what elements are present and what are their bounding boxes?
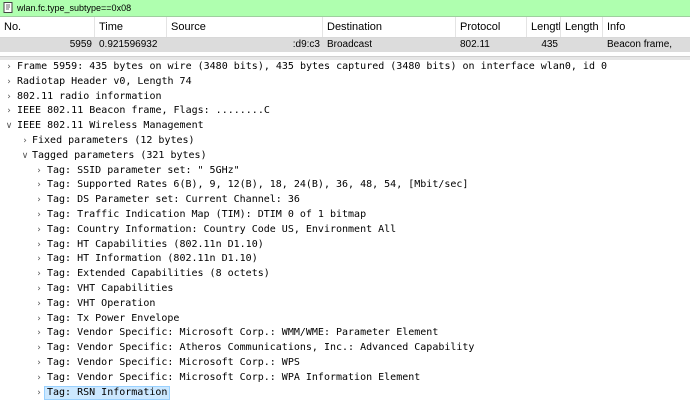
tree-item[interactable]: › Tag: Supported Rates 6(B), 9, 12(B), 18… (0, 178, 690, 193)
chevron-right-icon[interactable]: › (34, 164, 44, 179)
tree-item-label: Radiotap Header v0, Length 74 (17, 75, 192, 87)
tree-item[interactable]: › Tag: Vendor Specific: Atheros Communica… (0, 341, 690, 356)
tree-item[interactable]: › Tag: Traffic Indication Map (TIM): DTIM… (0, 208, 690, 223)
display-filter-bar[interactable]: wlan.fc.type_subtype==0x08 (0, 0, 690, 17)
column-time[interactable]: Time (95, 17, 167, 37)
column-info[interactable]: Info (603, 17, 690, 37)
packet-details-tree: › Frame 5959: 435 bytes on wire (3480 bit… (0, 60, 690, 415)
column-source[interactable]: Source (167, 17, 323, 37)
chevron-right-icon[interactable]: › (4, 60, 14, 75)
packet-source: :d9:c3 (292, 39, 320, 50)
column-length[interactable]: Length (527, 17, 561, 37)
column-length-2[interactable]: Length (561, 17, 603, 37)
packet-row[interactable]: 5959 0.921596932 :d9:c3 Broadcast 802.11… (0, 38, 690, 52)
packet-length-2 (561, 38, 603, 52)
chevron-right-icon[interactable]: › (34, 386, 44, 401)
tree-item[interactable]: › Tag: VHT Operation (0, 297, 690, 312)
tree-item[interactable]: › Tag: VHT Capabilities (0, 282, 690, 297)
tree-item[interactable]: › Tag: Extended Capabilities (8 octets) (0, 267, 690, 282)
bookmark-icon[interactable] (3, 2, 14, 13)
chevron-right-icon[interactable]: › (34, 208, 44, 223)
tree-item[interactable]: › Tag: Vendor Specific: Microsoft Corp.: … (0, 356, 690, 371)
tree-item[interactable]: › Radiotap Header v0, Length 74 (0, 75, 690, 90)
filter-input[interactable]: wlan.fc.type_subtype==0x08 (17, 0, 131, 16)
tree-item-label: Fixed parameters (12 bytes) (32, 135, 195, 146)
chevron-right-icon[interactable]: › (4, 90, 14, 105)
packet-no: 5959 (69, 39, 92, 50)
tree-item[interactable]: › Tag: Tx Power Envelope (0, 312, 690, 327)
tree-item[interactable]: › Tag: Vendor Specific: Microsoft Corp.: … (0, 371, 690, 386)
packet-length: 435 (541, 39, 558, 50)
chevron-right-icon[interactable]: › (34, 223, 44, 238)
chevron-right-icon[interactable]: › (34, 252, 44, 267)
tree-item-label: Tag: Extended Capabilities (8 octets) (47, 268, 270, 280)
packet-destination: Broadcast (327, 39, 373, 50)
tree-item-label: Tag: Supported Rates 6(B), 9, 12(B), 18,… (47, 179, 469, 191)
tree-item[interactable]: › Tag: HT Capabilities (802.11n D1.10) (0, 238, 690, 253)
chevron-right-icon[interactable]: › (34, 238, 44, 253)
tree-item-label: Tag: SSID parameter set: " 5GHz" (47, 164, 240, 176)
tree-item-label: IEEE 802.11 Wireless Management (17, 120, 204, 132)
chevron-right-icon[interactable]: › (34, 193, 44, 208)
tree-item-label: Frame 5959: 435 bytes on wire (3480 bits… (17, 61, 608, 72)
tree-item-label: 802.11 radio information (17, 90, 162, 102)
chevron-down-icon[interactable]: ∨ (20, 149, 30, 164)
chevron-right-icon[interactable]: › (4, 104, 14, 119)
chevron-right-icon[interactable]: › (4, 75, 14, 90)
tree-item-label: Tag: HT Information (802.11n D1.10) (47, 253, 258, 265)
tree-item-label: Tag: Vendor Specific: Microsoft Corp.: W… (47, 371, 421, 383)
column-no[interactable]: No. (0, 17, 95, 37)
column-protocol[interactable]: Protocol (456, 17, 527, 37)
packet-time: 0.921596932 (99, 39, 158, 50)
tree-item-label: Tag: Vendor Specific: Microsoft Corp.: W… (47, 357, 300, 368)
tree-item[interactable]: ∨ IEEE 802.11 Wireless Management (0, 119, 690, 134)
chevron-right-icon[interactable]: › (34, 326, 44, 341)
tree-item-label: Tag: Traffic Indication Map (TIM): DTIM … (47, 209, 367, 220)
tree-item-label: Tag: DS Parameter set: Current Channel: … (47, 194, 300, 206)
tree-item-label: Tagged parameters (321 bytes) (32, 149, 207, 161)
column-destination[interactable]: Destination (323, 17, 456, 37)
tree-item-label: IEEE 802.11 Beacon frame, Flags: .......… (17, 105, 270, 117)
tree-item[interactable]: › Tag: Country Information: Country Code … (0, 223, 690, 238)
tree-item[interactable]: › IEEE 802.11 Beacon frame, Flags: ......… (0, 104, 690, 119)
tree-item-label: Tag: Tx Power Envelope (47, 312, 180, 324)
chevron-right-icon[interactable]: › (34, 341, 44, 356)
tree-item-label: Tag: Vendor Specific: Microsoft Corp.: W… (47, 327, 439, 339)
chevron-right-icon[interactable]: › (34, 371, 44, 386)
tree-item-label: Tag: HT Capabilities (802.11n D1.10) (47, 238, 264, 250)
chevron-right-icon[interactable]: › (34, 178, 44, 193)
chevron-right-icon[interactable]: › (34, 312, 44, 327)
packet-protocol: 802.11 (460, 39, 490, 50)
chevron-down-icon[interactable]: ∨ (4, 119, 14, 134)
tree-item[interactable]: ∨ Tagged parameters (321 bytes) (0, 149, 690, 164)
chevron-right-icon[interactable]: › (34, 282, 44, 297)
tree-item[interactable]: › Tag: Vendor Specific: Microsoft Corp.: … (0, 326, 690, 341)
tree-item[interactable]: › Tag: RSN Information (0, 385, 690, 401)
tree-item-label: Tag: RSN Information (44, 385, 171, 401)
packet-info: Beacon frame, (607, 39, 673, 50)
chevron-right-icon[interactable]: › (34, 297, 44, 312)
tree-item[interactable]: › Tag: DS Parameter set: Current Channel:… (0, 193, 690, 208)
tree-item-label: Tag: Vendor Specific: Atheros Communicat… (47, 342, 475, 354)
tree-item[interactable]: › Fixed parameters (12 bytes) (0, 134, 690, 149)
tree-item[interactable]: › Frame 5959: 435 bytes on wire (3480 bit… (0, 60, 690, 75)
chevron-right-icon[interactable]: › (34, 267, 44, 282)
tree-item-label: Tag: VHT Operation (47, 297, 156, 309)
chevron-right-icon[interactable]: › (34, 356, 44, 371)
tree-item-label: Tag: Country Information: Country Code U… (47, 223, 397, 235)
packet-list-header: No. Time Source Destination Protocol Len… (0, 17, 690, 38)
tree-item[interactable]: › 802.11 radio information (0, 90, 690, 105)
tree-item[interactable]: › Tag: SSID parameter set: " 5GHz" (0, 164, 690, 179)
tree-item[interactable]: › Tag: HT Information (802.11n D1.10) (0, 252, 690, 267)
tree-item-label: Tag: VHT Capabilities (47, 283, 174, 294)
chevron-right-icon[interactable]: › (20, 134, 30, 149)
